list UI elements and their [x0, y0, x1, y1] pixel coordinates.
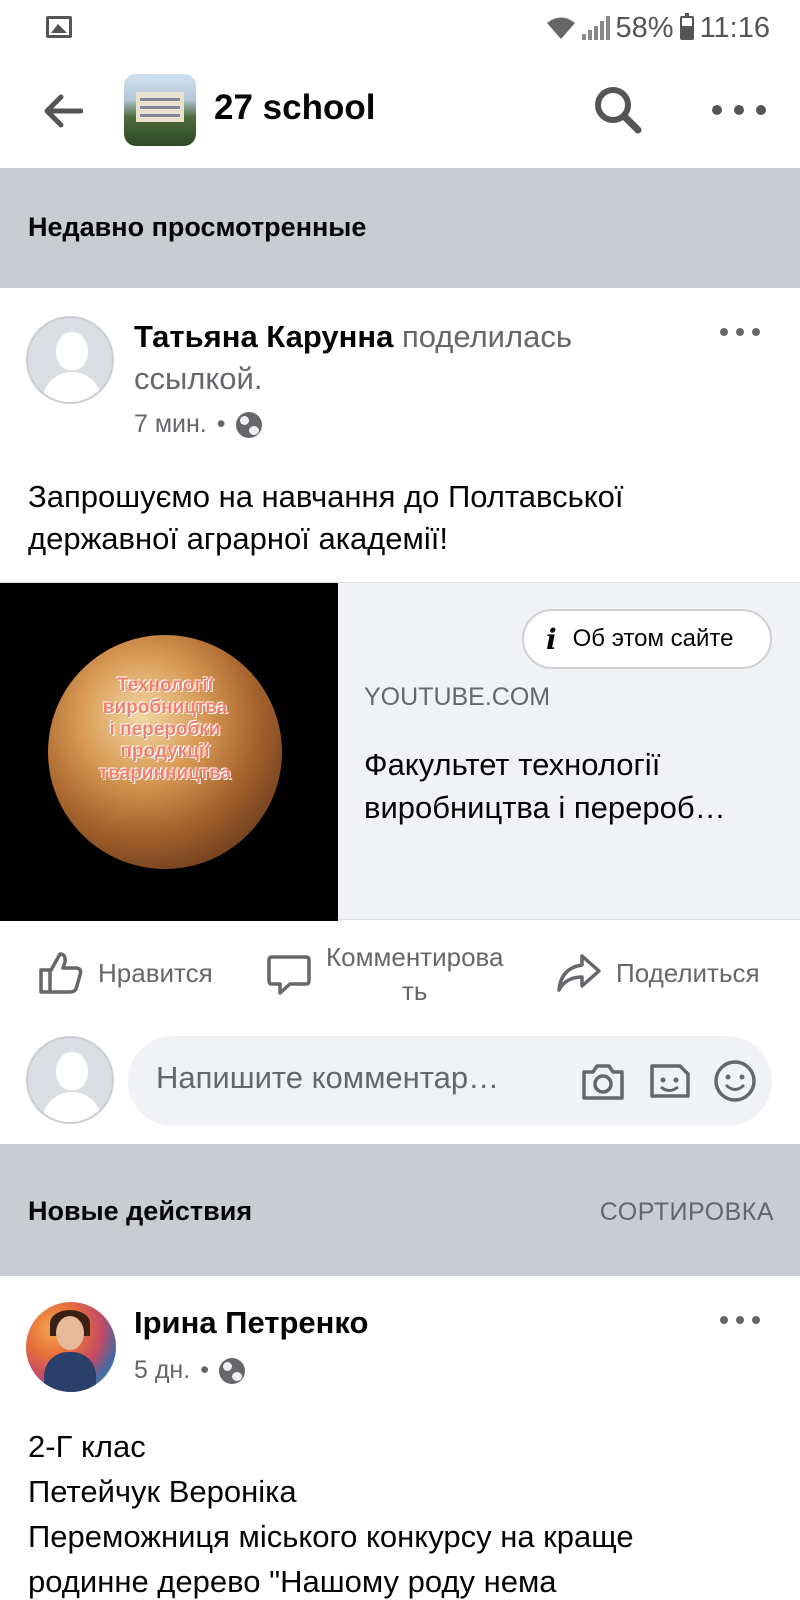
- battery-icon: [679, 13, 694, 40]
- post-meta: 7 мин. •: [134, 410, 262, 439]
- post-actions: Нравится Комментирова ть Поделиться: [0, 930, 800, 1030]
- thumbnail-text: Технології виробництва і переробки проду…: [98, 675, 232, 784]
- share-button[interactable]: Поделиться: [556, 950, 760, 996]
- author-avatar[interactable]: [26, 1302, 116, 1392]
- comment-input[interactable]: Напишите комментар…: [128, 1036, 772, 1126]
- post-text-line: Запрошуємо на навчання до Полтавської: [28, 479, 624, 514]
- link-domain: YOUTUBE.COM: [364, 683, 551, 711]
- sort-button[interactable]: СОРТИРОВКА: [600, 1198, 774, 1227]
- search-button[interactable]: [592, 84, 644, 136]
- post-text: 2-Г клас Петейчук Вероніка Переможниця м…: [28, 1424, 778, 1600]
- post-time[interactable]: 5 дн.: [134, 1356, 190, 1385]
- author-name[interactable]: Ірина Петренко: [134, 1305, 368, 1340]
- thumbs-up-icon: [39, 952, 83, 994]
- link-thumbnail[interactable]: Технології виробництва і переробки проду…: [0, 583, 338, 921]
- group-title[interactable]: 27 school: [214, 88, 375, 128]
- info-icon: i: [546, 622, 557, 656]
- section-recent: Недавно просмотренные: [0, 168, 800, 288]
- comment-icon: [267, 955, 311, 995]
- back-arrow-icon: [44, 94, 83, 128]
- post-author-line: Ірина Петренко: [134, 1302, 368, 1344]
- signal-icon: [581, 16, 610, 40]
- battery-percent: 58%: [615, 11, 674, 44]
- link-title[interactable]: Факультет технології виробництва і перер…: [364, 743, 774, 829]
- meta-dot: •: [216, 410, 226, 438]
- comment-button[interactable]: Комментирова ть: [266, 940, 504, 1008]
- more-icon: [720, 328, 728, 336]
- like-button[interactable]: Нравится: [38, 950, 213, 996]
- group-cover-thumbnail[interactable]: [124, 74, 196, 146]
- post-text-line: державної аграрної академії!: [28, 521, 448, 556]
- sticker-icon[interactable]: [646, 1058, 692, 1104]
- post-text-line: 2-Г клас: [28, 1429, 146, 1464]
- globe-icon: [218, 1357, 245, 1384]
- share-label: Поделиться: [616, 957, 760, 988]
- author-name[interactable]: Татьяна Карунна: [134, 319, 393, 354]
- post-more-button[interactable]: [720, 322, 760, 342]
- comment-label: Комментирова ть: [326, 942, 504, 1006]
- clock: 11:16: [699, 11, 770, 44]
- share-icon: [557, 954, 601, 992]
- globe-icon: [235, 411, 262, 438]
- wifi-icon: [546, 17, 575, 39]
- section-recent-label: Недавно просмотренные: [28, 212, 367, 242]
- post-text-line: родинне дерево "Нашому роду нема: [28, 1564, 557, 1599]
- search-icon: [595, 87, 642, 134]
- about-site-button[interactable]: i Об этом сайте: [522, 609, 772, 669]
- meta-dot: •: [200, 1356, 209, 1384]
- group-header: 27 school: [0, 56, 800, 168]
- post-time[interactable]: 7 мин.: [134, 410, 207, 439]
- my-avatar: [26, 1036, 114, 1124]
- section-new-activity: Новые действия СОРТИРОВКА: [0, 1144, 800, 1276]
- back-button[interactable]: [38, 86, 88, 136]
- post-text-line: Переможниця міського конкурсу на краще: [28, 1519, 634, 1554]
- post-meta: 5 дн. •: [134, 1356, 245, 1385]
- post-text-line: Петейчук Вероніка: [28, 1474, 297, 1509]
- more-button[interactable]: [712, 92, 766, 128]
- about-site-label: Об этом сайте: [572, 625, 734, 652]
- status-right: 58% 11:16: [546, 10, 770, 46]
- post-text: Запрошуємо на навчання до Полтавської де…: [28, 476, 778, 560]
- more-icon: [720, 1316, 728, 1324]
- gallery-icon: [46, 16, 72, 38]
- comment-placeholder: Напишите комментар…: [156, 1060, 500, 1095]
- link-preview-card[interactable]: Технології виробництва і переробки проду…: [0, 582, 800, 921]
- like-label: Нравится: [98, 957, 213, 988]
- author-avatar[interactable]: [26, 316, 114, 404]
- status-bar: 58% 11:16: [0, 0, 800, 56]
- section-new-activity-label: Новые действия: [28, 1196, 253, 1226]
- emoji-icon[interactable]: [712, 1058, 758, 1104]
- post-more-button[interactable]: [720, 1310, 760, 1330]
- camera-icon[interactable]: [580, 1058, 626, 1104]
- more-icon: [712, 105, 722, 115]
- post-author-line: Татьяна Карунна поделилась ссылкой.: [134, 316, 694, 400]
